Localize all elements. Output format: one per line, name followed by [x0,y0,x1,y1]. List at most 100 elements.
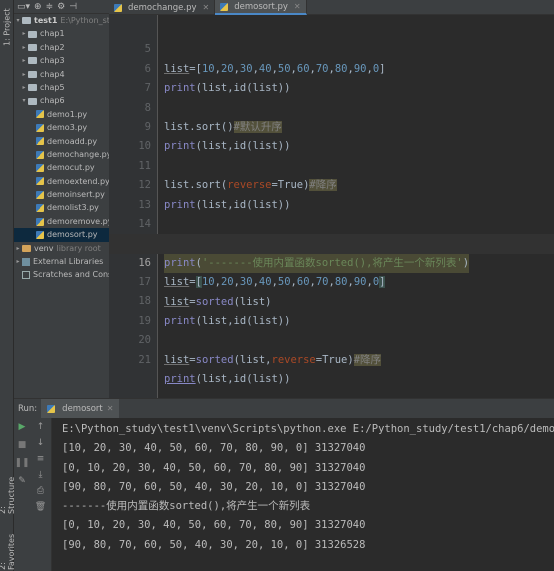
tree-file-demochange[interactable]: demochange.py [14,148,109,161]
console-line: [90, 80, 70, 60, 50, 40, 30, 20, 10, 0] … [62,538,366,551]
tab-label: demochange.py [128,2,197,13]
stop-icon[interactable]: ■ [18,440,27,450]
close-icon[interactable]: ✕ [203,3,210,12]
file-label: demoremove.py [47,216,109,226]
collapse-arrow-icon[interactable]: ▸ [20,41,28,54]
scroll-up-icon[interactable]: ↑ [37,422,45,432]
folder-icon [22,244,31,252]
code-line[interactable]: 19 [109,292,554,327]
code-line[interactable]: 8 list.sort()#默认升序 [109,79,554,133]
tree-file-demoinsert[interactable]: demoinsert.py [14,188,109,201]
python-file-icon [36,163,44,172]
file-label: demosort.py [47,230,98,240]
tree-folder-chap5[interactable]: ▸ chap5 [14,81,109,94]
run-tab-demosort[interactable]: demosort ✕ [41,398,120,419]
tree-venv[interactable]: ▸ venv library root [14,242,109,255]
console-line: [0, 10, 20, 30, 40, 50, 60, 70, 80, 90] … [62,461,366,474]
collapse-icon[interactable]: ≑ [46,2,54,12]
file-label: democut.py [47,163,95,173]
collapse-arrow-icon[interactable]: ▸ [20,54,28,67]
root-path: E:\Python_study\t [60,16,109,25]
tree-file-demosort[interactable]: demosort.py [14,228,109,242]
code-line[interactable]: 15 print('-------使用内置函数sorted(),将产生一个新列表… [109,215,554,274]
tree-file-demolist3[interactable]: demolist3.py [14,201,109,214]
favorites-tool-tab[interactable]: 2: Favorites [0,528,16,570]
folder-icon [28,30,37,38]
tree-external-libraries[interactable]: ▸ External Libraries [14,255,109,268]
file-label: demolist3.py [47,203,99,213]
collapse-arrow-icon[interactable]: ▸ [20,27,28,40]
run-console[interactable]: E:\Python_study\test1\venv\Scripts\pytho… [52,418,554,571]
code-line[interactable]: 7 [109,60,554,94]
tree-folder-chap3[interactable]: ▸ chap3 [14,54,109,67]
scroll-to-end-icon[interactable]: ⤓ [39,470,43,480]
folder-label: chap2 [40,42,65,52]
tree-root[interactable]: ▾ test1 E:\Python_study\t [14,14,109,27]
collapse-arrow-icon[interactable]: ▸ [14,242,22,255]
folder-label: chap6 [40,96,65,106]
tree-folder-chap6[interactable]: ▾ chap6 [14,94,109,107]
code-line[interactable]: 20 list=sorted(list,reverse=True)#降序 [109,312,554,366]
tree-file-demoextend[interactable]: demoextend.py [14,175,109,188]
locate-icon[interactable]: ⊕ [34,2,42,12]
hide-icon[interactable]: ⊣ [69,2,77,12]
collapse-arrow-icon[interactable]: ▸ [20,81,28,94]
file-label: demoadd.py [47,136,98,146]
collapse-arrow-icon[interactable]: ▸ [14,255,22,268]
close-icon[interactable]: ✕ [294,2,301,11]
folder-icon [28,57,37,65]
tree-scratches[interactable]: Scratches and Consoles [14,268,109,281]
code-line[interactable]: 14 [109,196,554,230]
code-editor[interactable]: 5 list=[10,20,30,40,50,60,70,80,90,0] 6 … [109,15,554,398]
tree-folder-chap4[interactable]: ▸ chap4 [14,68,109,81]
code-line[interactable]: 9 print(list,id(list)) [109,99,554,152]
scroll-down-icon[interactable]: ↓ [37,438,45,448]
pause-icon[interactable]: ❚❚ [14,458,29,468]
python-file-icon [36,204,44,213]
soft-wrap-icon[interactable]: ≡ [37,454,45,464]
tree-file-demo3[interactable]: demo3.py [14,121,109,134]
file-label: demoinsert.py [47,190,105,200]
pin-icon[interactable]: ✎ [18,476,26,486]
python-file-icon [36,217,44,226]
tree-file-demo1[interactable]: demo1.py [14,108,109,121]
structure-tool-tab[interactable]: 2: Structure [0,470,16,514]
trash-icon[interactable]: 🗑 [35,502,46,512]
code-line[interactable]: 13 [109,176,554,211]
tree-folder-chap2[interactable]: ▸ chap2 [14,41,109,54]
console-line: -------使用内置函数sorted(),将产生一个新列表 [62,500,311,513]
code-line[interactable]: 10 [109,118,554,152]
collapse-arrow-icon[interactable]: ▸ [20,68,28,81]
gear-icon[interactable]: ⚙ [57,2,65,12]
code-line[interactable]: 18 print(list,id(list)) [109,273,554,326]
code-line[interactable]: 11 list.sort(reverse=True)#降序 [109,137,554,192]
close-icon[interactable]: ✕ [107,404,114,413]
project-view-icon[interactable]: ▭▾ [17,2,30,12]
project-tool-tab[interactable]: 1: Project [0,6,14,48]
tree-file-demoadd[interactable]: demoadd.py [14,135,109,148]
current-code-line[interactable]: 16 list=[10,20,30,40,50,60,70,80,90,0] [109,234,554,289]
code-line[interactable]: 5 list=[10,20,30,40,50,60,70,80,90,0] [109,21,554,74]
python-file-icon [114,3,122,12]
code-line[interactable]: 17 list=sorted(list) [109,254,554,307]
root-name: test1 [34,16,58,25]
tab-demosort[interactable]: demosort.py ✕ [215,0,307,15]
library-icon [22,257,30,266]
file-label: demo3.py [47,123,88,133]
rerun-icon[interactable]: ▶ [19,422,26,432]
scratches-label: Scratches and Consoles [33,270,109,280]
tree-file-demoremove[interactable]: demoremove.py [14,215,109,228]
code-line[interactable]: 12 print(list,id(list)) [109,157,554,210]
folder-icon [28,70,37,78]
tab-demochange[interactable]: demochange.py ✕ [109,0,216,15]
console-line: E:\Python_study\test1\venv\Scripts\pytho… [62,423,554,435]
code-line[interactable]: 21 print(list,id(list)) [109,331,554,385]
project-panel: ▭▾ ⊕ ≑ ⚙ ⊣ ▾ test1 E:\Python_study\t ▸ ch… [14,0,109,398]
print-icon[interactable]: ⎙ [37,486,44,496]
code-line[interactable]: 6 print(list,id(list)) [109,40,554,94]
expand-arrow-icon[interactable]: ▾ [14,14,22,27]
tree-file-democut[interactable]: democut.py [14,161,109,174]
tree-folder-chap1[interactable]: ▸ chap1 [14,27,109,40]
expand-arrow-icon[interactable]: ▾ [20,94,28,107]
folder-icon [22,17,31,25]
